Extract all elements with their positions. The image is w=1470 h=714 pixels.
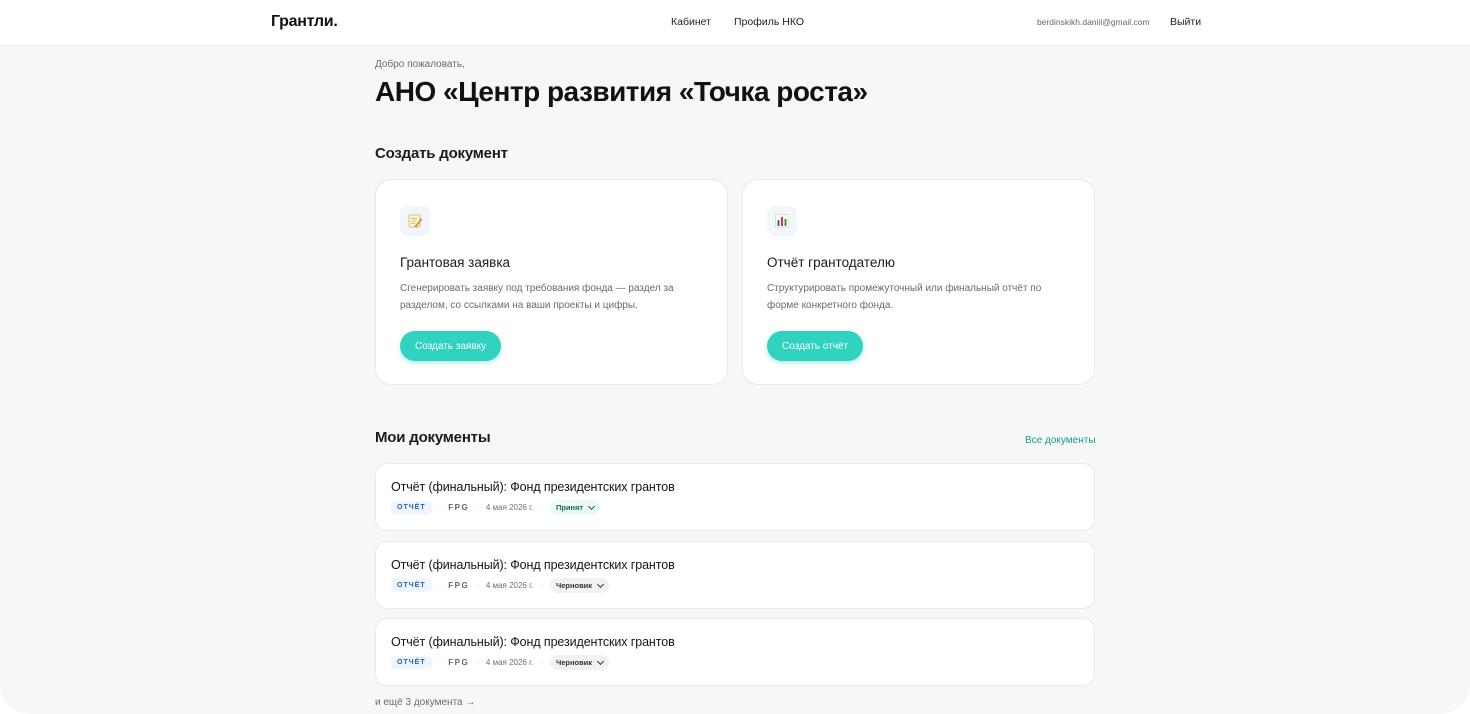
logo-text: Грантли <box>271 13 334 30</box>
document-row[interactable]: Отчёт (финальный): Фонд президентских гр… <box>375 618 1095 686</box>
document-meta: ОТЧЁТ · FPG · 4 мая 2026 г. · Черновик <box>391 578 610 593</box>
report-card-description: Структурировать промежуточный или финаль… <box>767 283 1042 311</box>
document-row[interactable]: Отчёт (финальный): Фонд президентских гр… <box>375 541 1095 609</box>
grant-card-title: Грантовая заявка <box>400 255 511 270</box>
meta-separator: · <box>438 503 442 512</box>
grant-application-card: Грантовая заявка Сгенерировать заявку по… <box>375 179 728 385</box>
document-row[interactable]: Отчёт (финальный): Фонд президентских гр… <box>375 463 1095 531</box>
document-meta: ОТЧЁТ · FPG · 4 мая 2026 г. · Принят <box>391 500 601 515</box>
meta-separator: · <box>476 658 479 667</box>
status-dropdown[interactable]: Черновик <box>549 655 610 670</box>
status-dropdown[interactable]: Черновик <box>549 578 610 593</box>
document-title: Отчёт (финальный): Фонд президентских гр… <box>391 480 675 494</box>
my-documents-title: Мои документы <box>375 429 491 446</box>
nav-cabinet-link[interactable]: Кабинет <box>671 16 711 28</box>
create-report-button[interactable]: Создать отчёт <box>767 331 864 361</box>
meta-separator: · <box>438 581 442 590</box>
logo[interactable]: Грантли. <box>271 13 338 31</box>
document-title: Отчёт (финальный): Фонд президентских гр… <box>391 558 675 572</box>
meta-separator: · <box>476 581 479 590</box>
document-meta: ОТЧЁТ · FPG · 4 мая 2026 г. · Черновик <box>391 655 610 670</box>
status-label: Черновик <box>555 658 593 667</box>
chevron-down-icon <box>597 580 605 588</box>
create-section-title: Создать документ <box>375 145 508 162</box>
document-date: 4 мая 2026 г. <box>485 581 534 590</box>
chevron-down-icon <box>597 657 605 665</box>
fund-code: FPG <box>448 581 470 590</box>
nav-profile-link[interactable]: Профиль НКО <box>734 16 804 28</box>
document-type-badge: ОТЧЁТ <box>391 579 432 592</box>
report-card-title: Отчёт грантодателю <box>767 255 895 270</box>
status-label: Принят <box>555 503 584 512</box>
status-label: Черновик <box>555 581 593 590</box>
status-dropdown[interactable]: Принят <box>549 500 601 515</box>
all-documents-link[interactable]: Все документы <box>1025 435 1096 446</box>
meta-separator: · <box>438 658 442 667</box>
fund-code: FPG <box>448 658 470 667</box>
logout-button[interactable]: Выйти <box>1170 16 1201 28</box>
top-navigation: Грантли. Кабинет Профиль НКО berdinskikh… <box>0 0 1470 46</box>
bar-chart-icon <box>767 206 797 236</box>
meta-separator: · <box>540 658 543 667</box>
meta-separator: · <box>540 581 543 590</box>
document-title: Отчёт (финальный): Фонд президентских гр… <box>391 635 675 649</box>
document-date: 4 мая 2026 г. <box>485 658 534 667</box>
app-window: Грантли. Кабинет Профиль НКО berdinskikh… <box>0 0 1470 714</box>
user-email: berdinskikh.daniil@gmail.com <box>1037 17 1150 27</box>
logo-dot: . <box>333 13 338 30</box>
meta-separator: · <box>540 503 543 512</box>
memo-icon <box>400 206 430 236</box>
grantor-report-card: Отчёт грантодателю Структурировать проме… <box>742 179 1095 385</box>
create-application-button[interactable]: Создать заявку <box>400 331 502 361</box>
page-title: АНО «Центр развития «Точка роста» <box>375 76 868 107</box>
document-type-badge: ОТЧЁТ <box>391 656 432 669</box>
document-type-badge: ОТЧЁТ <box>391 501 432 514</box>
chevron-down-icon <box>588 502 596 510</box>
more-documents-link[interactable]: и ещё 3 документа → <box>375 697 475 708</box>
fund-code: FPG <box>448 503 470 512</box>
meta-separator: · <box>476 503 479 512</box>
welcome-text: Добро пожаловать, <box>375 59 465 70</box>
grant-card-description: Сгенерировать заявку под требования фонд… <box>400 283 674 311</box>
document-date: 4 мая 2026 г. <box>485 503 534 512</box>
